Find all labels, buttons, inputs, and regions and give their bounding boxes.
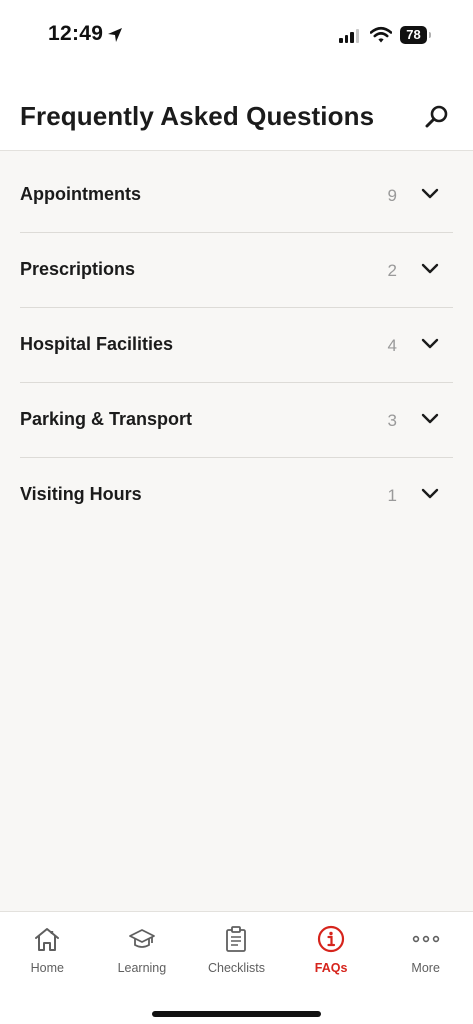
graduation-cap-icon <box>128 929 155 948</box>
faq-category-label: Visiting Hours <box>20 484 142 504</box>
page-header: Frequently Asked Questions <box>0 70 473 151</box>
faq-category-prescriptions[interactable]: Prescriptions 2 <box>20 233 453 308</box>
faq-category-count: 9 <box>387 186 397 205</box>
tab-checklists[interactable]: Checklists <box>189 912 284 992</box>
faq-category-count: 3 <box>387 411 397 430</box>
more-icon <box>412 935 439 943</box>
chevron-down-icon <box>421 338 439 349</box>
tab-faqs[interactable]: FAQs <box>284 912 379 992</box>
tab-learning[interactable]: Learning <box>95 912 190 992</box>
tab-label: Learning <box>117 961 167 975</box>
tab-label: More <box>411 961 440 975</box>
search-button[interactable] <box>420 102 452 134</box>
signal-icon <box>339 29 359 43</box>
faq-category-label: Hospital Facilities <box>20 334 174 354</box>
clipboard-icon <box>226 926 247 952</box>
faq-category-count: 2 <box>387 261 397 280</box>
battery-cap <box>429 32 431 38</box>
faq-category-count: 1 <box>387 486 397 505</box>
chevron-down-icon <box>421 188 439 199</box>
home-icon <box>35 928 60 951</box>
tab-more[interactable]: More <box>378 912 473 992</box>
faq-screen: 12:49 78 Frequently Asked Questions Appo… <box>0 0 473 1024</box>
info-icon <box>317 925 345 953</box>
bottom-tab-bar: Home Learning Checklists FAQs More <box>0 911 473 1024</box>
page-title: Frequently Asked Questions <box>20 101 375 131</box>
tab-home[interactable]: Home <box>0 912 95 992</box>
tab-label: FAQs <box>314 961 348 975</box>
faq-category-appointments[interactable]: Appointments 9 <box>20 158 453 233</box>
faq-category-parking-transport[interactable]: Parking & Transport 3 <box>20 383 453 458</box>
faq-category-visiting-hours[interactable]: Visiting Hours 1 <box>20 458 453 533</box>
tab-label: Checklists <box>208 961 265 975</box>
status-time: 12:49 <box>48 22 104 45</box>
battery-icon: 78 <box>400 26 427 44</box>
faq-category-label: Appointments <box>20 184 141 204</box>
chevron-down-icon <box>421 488 439 499</box>
faq-category-label: Parking & Transport <box>20 409 193 429</box>
faq-category-count: 4 <box>387 336 397 355</box>
chevron-down-icon <box>421 413 439 424</box>
tab-label: Home <box>30 961 64 975</box>
chevron-down-icon <box>421 263 439 274</box>
home-indicator[interactable] <box>152 1011 321 1017</box>
faq-category-label: Prescriptions <box>20 259 136 279</box>
faq-category-list: Appointments 9 Prescriptions 2 Hospital … <box>20 158 453 533</box>
battery-level: 78 <box>406 27 421 42</box>
faq-category-hospital-facilities[interactable]: Hospital Facilities 4 <box>20 308 453 383</box>
location-arrow-icon <box>108 28 122 42</box>
search-icon <box>425 105 448 128</box>
status-bar: 12:49 78 <box>0 0 473 70</box>
wifi-icon <box>370 26 392 43</box>
